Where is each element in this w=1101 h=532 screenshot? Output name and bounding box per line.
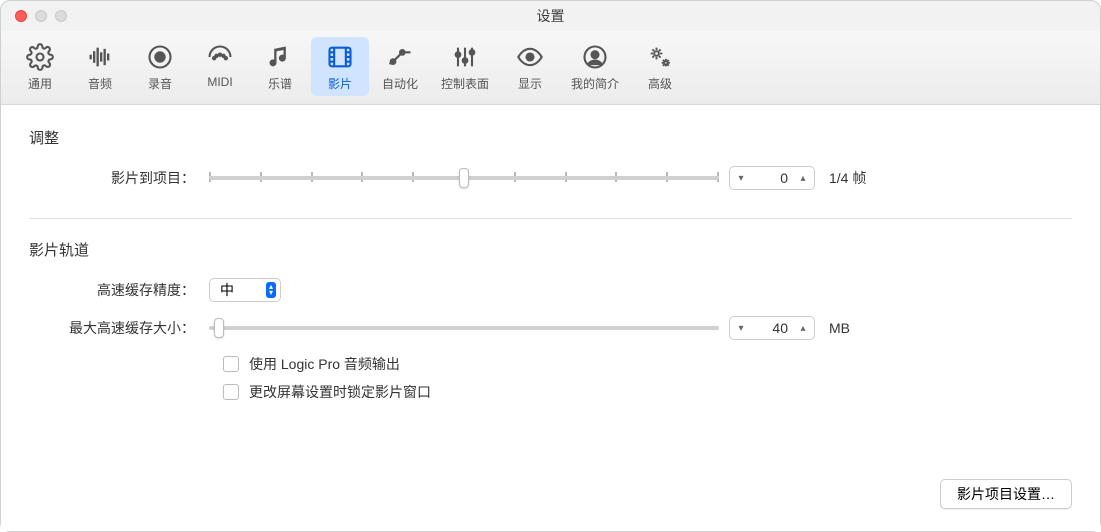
sliders-icon xyxy=(449,41,481,73)
popup-arrows-icon: ▴▾ xyxy=(266,282,276,298)
movie-to-project-row: 影片到项目： ▾ 0 ▴ 1/4 帧 xyxy=(29,166,1072,190)
gear-icon xyxy=(24,41,56,73)
section-track-title: 影片轨道 xyxy=(29,239,1072,260)
stepper-value[interactable]: 40 xyxy=(752,320,792,336)
toolbar-midi[interactable]: MIDI xyxy=(191,37,249,96)
eye-icon xyxy=(514,41,546,73)
lock-window-label: 更改屏幕设置时锁定影片窗口 xyxy=(249,382,431,402)
use-logic-audio-checkbox[interactable] xyxy=(223,356,239,372)
waveform-icon xyxy=(84,41,116,73)
max-cache-stepper[interactable]: ▾ 40 ▴ xyxy=(729,316,815,340)
use-logic-audio-row: 使用 Logic Pro 音频输出 xyxy=(223,354,1072,374)
movie-to-project-label: 影片到项目： xyxy=(29,168,209,188)
stepper-up[interactable]: ▴ xyxy=(792,317,814,339)
titlebar: 设置 xyxy=(1,1,1100,31)
automation-icon xyxy=(384,41,416,73)
gears-icon xyxy=(644,41,676,73)
content: 调整 影片到项目： ▾ 0 ▴ 1/4 帧 影片轨道 高速缓存精度： 中 xyxy=(1,105,1100,531)
record-icon xyxy=(144,41,176,73)
use-logic-audio-label: 使用 Logic Pro 音频输出 xyxy=(249,354,400,374)
movie-to-project-stepper[interactable]: ▾ 0 ▴ xyxy=(729,166,815,190)
toolbar-profile[interactable]: 我的简介 xyxy=(561,37,629,96)
music-note-icon xyxy=(264,41,296,73)
cache-precision-value: 中 xyxy=(220,280,234,300)
max-cache-unit: MB xyxy=(829,320,850,336)
midi-icon xyxy=(204,41,236,73)
divider xyxy=(29,218,1072,219)
minimize-button[interactable] xyxy=(35,10,47,22)
settings-window: 设置 通用 音频 录音 MIDI xyxy=(0,0,1101,532)
footer: 影片项目设置… xyxy=(29,459,1072,509)
toolbar: 通用 音频 录音 MIDI 乐谱 xyxy=(1,31,1100,105)
zoom-button[interactable] xyxy=(55,10,67,22)
toolbar-movie[interactable]: 影片 xyxy=(311,37,369,96)
slider-thumb[interactable] xyxy=(214,318,224,338)
max-cache-row: 最大高速缓存大小： ▾ 40 ▴ MB xyxy=(29,316,1072,340)
cache-precision-row: 高速缓存精度： 中 ▴▾ xyxy=(29,278,1072,302)
max-cache-label: 最大高速缓存大小： xyxy=(29,318,209,338)
toolbar-automation[interactable]: 自动化 xyxy=(371,37,429,96)
stepper-down[interactable]: ▾ xyxy=(730,317,752,339)
movie-to-project-unit: 1/4 帧 xyxy=(829,168,866,188)
stepper-down[interactable]: ▾ xyxy=(730,167,752,189)
lock-window-checkbox[interactable] xyxy=(223,384,239,400)
toolbar-display[interactable]: 显示 xyxy=(501,37,559,96)
cache-precision-label: 高速缓存精度： xyxy=(29,280,209,300)
user-icon xyxy=(579,41,611,73)
toolbar-advanced[interactable]: 高级 xyxy=(631,37,689,96)
slider-thumb[interactable] xyxy=(459,168,469,188)
section-adjust-title: 调整 xyxy=(29,127,1072,148)
lock-window-row: 更改屏幕设置时锁定影片窗口 xyxy=(223,382,1072,402)
max-cache-slider[interactable] xyxy=(209,317,719,339)
toolbar-score[interactable]: 乐谱 xyxy=(251,37,309,96)
stepper-value[interactable]: 0 xyxy=(752,170,792,186)
window-title: 设置 xyxy=(537,6,565,26)
stepper-up[interactable]: ▴ xyxy=(792,167,814,189)
toolbar-record[interactable]: 录音 xyxy=(131,37,189,96)
close-button[interactable] xyxy=(15,10,27,22)
cache-precision-popup[interactable]: 中 ▴▾ xyxy=(209,278,281,302)
traffic-lights xyxy=(1,10,67,22)
project-settings-button[interactable]: 影片项目设置… xyxy=(940,479,1072,509)
movie-to-project-slider[interactable] xyxy=(209,167,719,189)
toolbar-audio[interactable]: 音频 xyxy=(71,37,129,96)
film-icon xyxy=(324,41,356,73)
toolbar-control-surface[interactable]: 控制表面 xyxy=(431,37,499,96)
toolbar-general[interactable]: 通用 xyxy=(11,37,69,96)
